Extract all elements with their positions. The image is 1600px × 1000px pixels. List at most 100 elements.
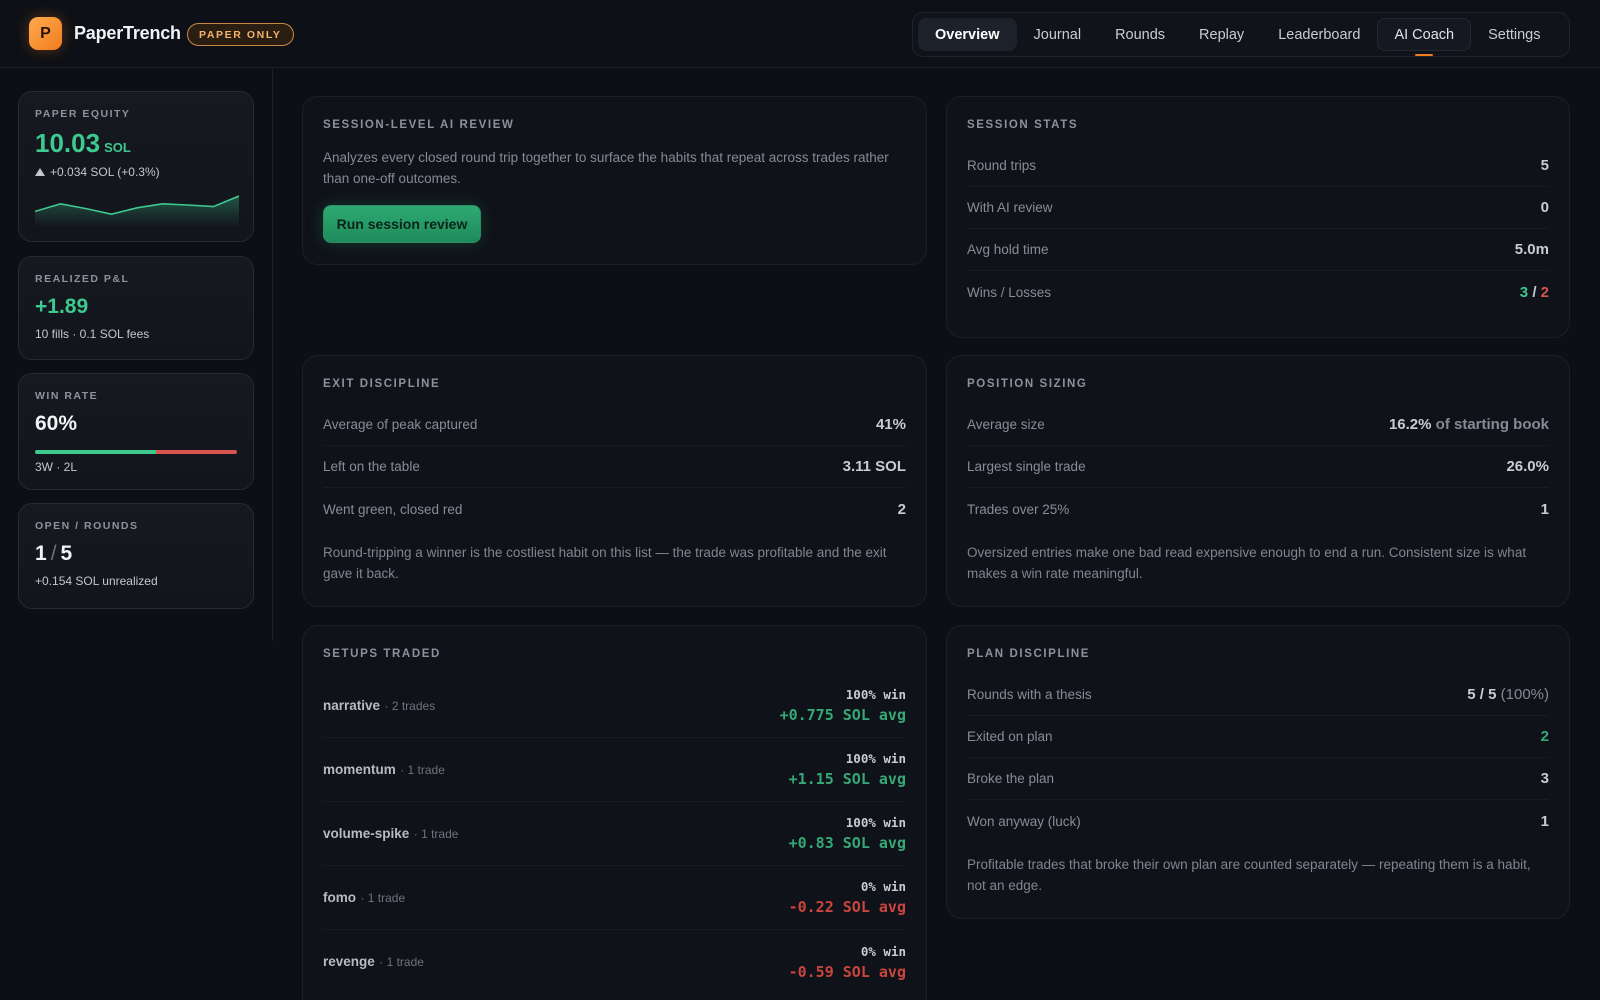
setup-count: · 2 trades xyxy=(384,698,436,713)
setup-row-revenge[interactable]: revenge · 1 trade 0% win -0.59 SOL avg xyxy=(323,930,906,994)
unrealized-sub: +0.154 SOL unrealized xyxy=(35,574,158,588)
sparkline-area xyxy=(35,196,239,227)
realized-pnl-card: REALIZED P&L +1.89 10 fills · 0.1 SOL fe… xyxy=(18,256,254,360)
setup-count: · 1 trade xyxy=(360,890,406,905)
setup-info: narrative · 2 trades xyxy=(323,697,435,715)
thesis-percent: (100%) xyxy=(1500,686,1549,703)
nav-leaderboard[interactable]: Leaderboard xyxy=(1261,18,1377,51)
nav-replay[interactable]: Replay xyxy=(1182,18,1261,51)
rounds-total: 5 xyxy=(60,542,73,565)
stat-value: 5.0m xyxy=(1514,241,1549,258)
plan-row-exited-on-plan: Exited on plan 2 xyxy=(967,716,1549,758)
setup-name: narrative xyxy=(323,697,381,713)
exit-row-green-to-red: Went green, closed red 2 xyxy=(323,488,906,530)
setup-info: momentum · 1 trade xyxy=(323,761,445,779)
setup-row-volume-spike[interactable]: volume-spike · 1 trade 100% win +0.83 SO… xyxy=(323,802,906,866)
setup-avg: -0.22 SOL avg xyxy=(788,898,906,916)
sizing-average-value: 16.2% of starting book xyxy=(1389,416,1549,433)
plan-value: 1 xyxy=(1540,812,1549,830)
win-rate-value: 60% xyxy=(35,412,78,435)
exit-value: 3.11 SOL xyxy=(842,458,906,475)
open-rounds-separator: / xyxy=(50,542,57,565)
sidebar: PAPER EQUITY 10.03 SOL +0.034 SOL (+0.3%)… xyxy=(0,69,273,641)
setup-info: fomo · 1 trade xyxy=(323,889,405,907)
stat-row-round-trips: Round trips 5 xyxy=(967,145,1549,187)
exit-label: Went green, closed red xyxy=(323,501,463,517)
paper-equity-card: PAPER EQUITY 10.03 SOL +0.034 SOL (+0.3%) xyxy=(18,91,254,242)
nav-rounds[interactable]: Rounds xyxy=(1098,18,1182,51)
plan-discipline-note: Profitable trades that broke their own p… xyxy=(967,857,1531,893)
setup-win-rate: 0% win xyxy=(860,943,906,959)
paper-equity-label: PAPER EQUITY xyxy=(35,108,131,120)
setup-name: momentum xyxy=(323,761,396,777)
realized-pnl-sub: 10 fills · 0.1 SOL fees xyxy=(35,327,150,341)
plan-discipline-panel: PLAN DISCIPLINE Rounds with a thesis 5 /… xyxy=(946,625,1570,919)
exit-value: 2 xyxy=(897,500,906,518)
setup-name: volume-spike xyxy=(323,825,410,841)
setup-win-rate: 100% win xyxy=(845,815,906,830)
sizing-row-over-25: Trades over 25% 1 xyxy=(967,488,1549,530)
setup-row-momentum[interactable]: momentum · 1 trade 100% win +1.15 SOL av… xyxy=(323,738,906,802)
session-stats-title: SESSION STATS xyxy=(967,119,1079,131)
nav-settings[interactable]: Settings xyxy=(1471,18,1557,51)
wins-losses-separator: / xyxy=(1532,283,1537,301)
setup-row-narrative[interactable]: narrative · 2 trades 100% win +0.775 SOL… xyxy=(323,674,906,738)
losses-count: 2 xyxy=(1540,283,1549,301)
setup-count: · 1 trade xyxy=(400,762,445,777)
setup-stats: 100% win +1.15 SOL avg xyxy=(789,751,906,788)
stat-label: Avg hold time xyxy=(967,242,1049,257)
exit-value: 41% xyxy=(875,416,906,433)
plan-thesis-value: 5 / 5 (100%) xyxy=(1467,686,1549,703)
run-session-review-button[interactable]: Run session review xyxy=(323,205,481,243)
plan-row-won-anyway: Won anyway (luck) 1 xyxy=(967,800,1549,842)
stat-row-ai-review: With AI review 0 xyxy=(967,187,1549,229)
exit-row-left-on-table: Left on the table 3.11 SOL xyxy=(323,446,906,488)
win-bar-segment xyxy=(35,450,157,454)
plan-value: 2 xyxy=(1540,728,1549,745)
session-stats-rows: Round trips 5 With AI review 0 Avg hold … xyxy=(967,145,1549,313)
up-triangle-icon xyxy=(35,168,45,176)
main-nav: Overview Journal Rounds Replay Leaderboa… xyxy=(912,12,1570,57)
equity-sparkline xyxy=(35,195,239,227)
plan-row-broke-plan: Broke the plan 3 xyxy=(967,758,1549,800)
realized-pnl-label: REALIZED P&L xyxy=(35,273,130,285)
nav-journal[interactable]: Journal xyxy=(1017,18,1099,51)
plan-row-thesis: Rounds with a thesis 5 / 5 (100%) xyxy=(967,674,1549,716)
setup-info: volume-spike · 1 trade xyxy=(323,825,458,843)
setup-win-rate: 0% win xyxy=(860,879,906,894)
setups-traded-panel: SETUPS TRADED narrative · 2 trades 100% … xyxy=(302,625,927,1000)
setup-avg: -0.59 SOL avg xyxy=(788,962,906,981)
paper-equity-change: +0.034 SOL (+0.3%) xyxy=(35,165,237,179)
logo-icon[interactable]: P xyxy=(29,17,62,50)
setup-stats: 100% win +0.775 SOL avg xyxy=(780,687,906,724)
setup-count: · 1 trade xyxy=(379,955,424,969)
exit-discipline-note: Round-tripping a winner is the costliest… xyxy=(323,545,887,581)
setup-count: · 1 trade xyxy=(413,826,459,841)
setup-row-fomo[interactable]: fomo · 1 trade 0% win -0.22 SOL avg xyxy=(323,866,906,930)
session-review-desc: Analyzes every closed round trip togethe… xyxy=(323,150,889,186)
sizing-label: Average size xyxy=(967,417,1045,432)
stat-value: 0 xyxy=(1540,199,1549,216)
sizing-value: 1 xyxy=(1540,500,1549,518)
plan-discipline-rows: Rounds with a thesis 5 / 5 (100%) Exited… xyxy=(967,674,1549,842)
exit-label: Left on the table xyxy=(323,459,420,474)
setup-win-rate: 100% win xyxy=(845,687,906,702)
session-review-title: SESSION-LEVEL AI REVIEW xyxy=(323,119,515,131)
exit-discipline-panel: EXIT DISCIPLINE Average of peak captured… xyxy=(302,355,927,607)
sizing-row-average: Average size 16.2% of starting book xyxy=(967,404,1549,446)
stat-value: 5 xyxy=(1540,157,1549,174)
stat-row-wins-losses: Wins / Losses 3 / 2 xyxy=(967,271,1549,313)
paper-equity-value-row: 10.03 SOL xyxy=(35,128,237,159)
session-stats-panel: SESSION STATS Round trips 5 With AI revi… xyxy=(946,96,1570,338)
win-rate-card: WIN RATE 60% 3W · 2L xyxy=(18,373,254,490)
sizing-value: 26.0% xyxy=(1506,458,1549,475)
sizing-average-pct: 16.2% xyxy=(1388,416,1432,433)
nav-ai-coach[interactable]: AI Coach xyxy=(1377,18,1472,56)
paper-equity-change-text: +0.034 SOL (+0.3%) xyxy=(50,165,160,179)
setup-stats: 0% win -0.22 SOL avg xyxy=(789,879,906,916)
nav-overview[interactable]: Overview xyxy=(918,18,1017,51)
loss-bar-segment xyxy=(156,450,237,454)
brand-name: PaperTrench xyxy=(74,23,181,43)
setup-name: fomo xyxy=(323,889,356,905)
open-rounds-value: 1/5 xyxy=(35,542,237,566)
